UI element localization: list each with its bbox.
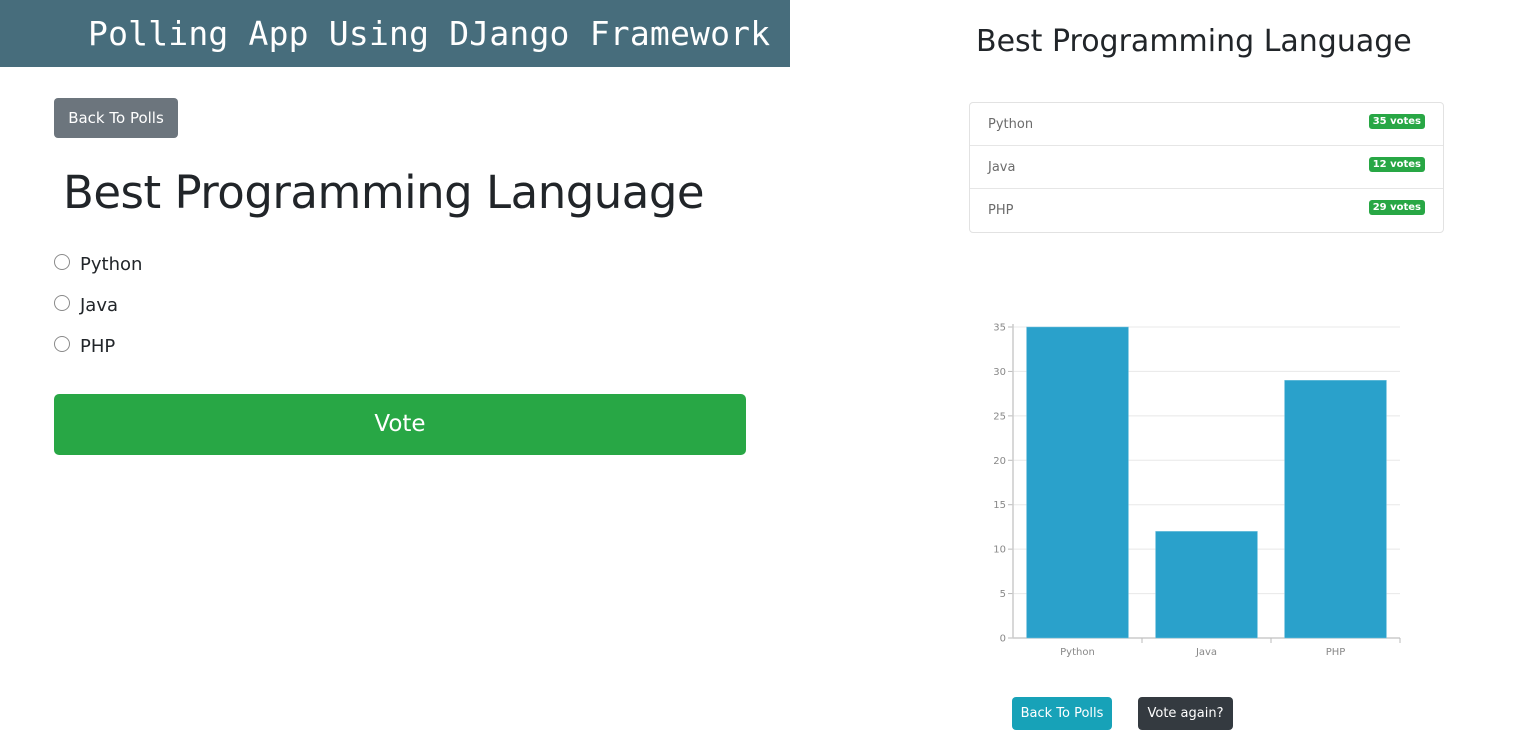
y-tick-label: 25 <box>993 411 1006 422</box>
x-tick-label: Java <box>1195 647 1217 658</box>
choice-label: Java <box>80 295 119 316</box>
y-tick-label: 15 <box>993 500 1006 511</box>
result-item-python: Python 35 votes <box>970 103 1443 146</box>
y-tick-label: 5 <box>1000 589 1006 600</box>
y-tick-label: 10 <box>993 545 1006 556</box>
choice-php[interactable]: PHP <box>54 326 142 367</box>
choice-list: Python Java PHP <box>54 244 142 367</box>
vote-count-badge: 12 votes <box>1368 156 1425 172</box>
radio-button-python[interactable] <box>54 253 70 270</box>
bar-java <box>1155 531 1258 639</box>
choice-java[interactable]: Java <box>54 285 142 326</box>
results-title: Best Programming Language <box>976 24 1412 59</box>
results-list: Python 35 votes Java 12 votes PHP 29 vot… <box>969 102 1444 233</box>
x-tick-label: PHP <box>1326 647 1346 658</box>
back-to-polls-button[interactable]: Back To Polls <box>54 98 178 138</box>
vote-count-badge: 35 votes <box>1368 113 1425 129</box>
results-bar-chart: 0 5 10 15 20 25 30 35 Python Java PHP <box>993 323 1401 658</box>
question-title: Best Programming Language <box>63 166 705 219</box>
bar-python <box>1026 326 1129 639</box>
y-tick-label: 35 <box>993 323 1006 334</box>
radio-button-java[interactable] <box>54 294 70 311</box>
y-tick-label: 0 <box>1000 634 1006 645</box>
result-item-java: Java 12 votes <box>970 146 1443 189</box>
app-banner: Polling App Using DJango Framework <box>0 0 790 67</box>
result-name: Python <box>988 116 1034 132</box>
bar-php <box>1284 380 1387 639</box>
back-to-polls-button-results[interactable]: Back To Polls <box>1012 697 1112 730</box>
result-name: PHP <box>988 203 1014 218</box>
y-tick-label: 30 <box>993 367 1006 378</box>
choice-label: Python <box>80 254 143 275</box>
vote-count-badge: 29 votes <box>1368 200 1425 215</box>
y-tick-label: 20 <box>993 456 1006 467</box>
result-name: Java <box>988 159 1016 175</box>
vote-again-button[interactable]: Vote again? <box>1138 697 1233 730</box>
choice-label: PHP <box>80 336 116 357</box>
vote-button[interactable]: Vote <box>54 394 746 455</box>
radio-button-php[interactable] <box>54 335 70 352</box>
choice-python[interactable]: Python <box>54 244 142 285</box>
result-item-php: PHP 29 votes <box>970 189 1443 232</box>
x-tick-label: Python <box>1060 647 1095 658</box>
